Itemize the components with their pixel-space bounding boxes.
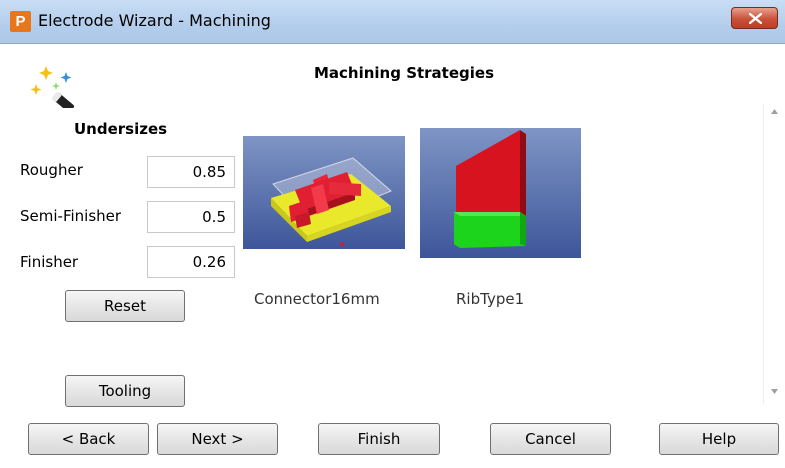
semi-finisher-label: Semi-Finisher xyxy=(20,207,122,225)
scroll-up-arrow-icon[interactable] xyxy=(770,108,779,115)
ribtype1-caption: RibType1 xyxy=(456,290,525,308)
strategy-connector16mm[interactable] xyxy=(243,136,405,253)
close-button[interactable] xyxy=(731,7,778,29)
scroll-track[interactable] xyxy=(763,104,764,404)
scroll-down-arrow-icon[interactable] xyxy=(770,388,779,395)
rib-thumbnail-icon xyxy=(420,128,581,258)
strategy-ribtype1[interactable] xyxy=(420,128,581,262)
page-heading: Machining Strategies xyxy=(313,64,495,82)
finish-button[interactable]: Finish xyxy=(318,423,440,455)
undersizes-label: Undersizes xyxy=(74,120,168,138)
app-icon: P xyxy=(10,11,31,32)
reset-button[interactable]: Reset xyxy=(65,290,185,322)
finisher-input[interactable] xyxy=(147,246,235,278)
rougher-label: Rougher xyxy=(20,161,83,179)
semi-finisher-input[interactable] xyxy=(147,201,235,233)
wizard-page: Machining Strategies Undersizes Rougher … xyxy=(0,44,785,468)
next-button[interactable]: Next > xyxy=(157,423,278,455)
connector-thumbnail-icon xyxy=(243,136,405,249)
title-bar: P Electrode Wizard - Machining xyxy=(0,0,785,44)
tooling-button[interactable]: Tooling xyxy=(65,375,185,407)
window-title: Electrode Wizard - Machining xyxy=(38,11,271,30)
close-icon xyxy=(749,13,762,24)
connector16mm-caption: Connector16mm xyxy=(254,290,380,308)
rougher-input[interactable] xyxy=(147,156,235,188)
help-button[interactable]: Help xyxy=(659,423,779,455)
back-button[interactable]: < Back xyxy=(28,423,149,455)
cancel-button[interactable]: Cancel xyxy=(490,423,611,455)
finisher-label: Finisher xyxy=(20,253,79,271)
